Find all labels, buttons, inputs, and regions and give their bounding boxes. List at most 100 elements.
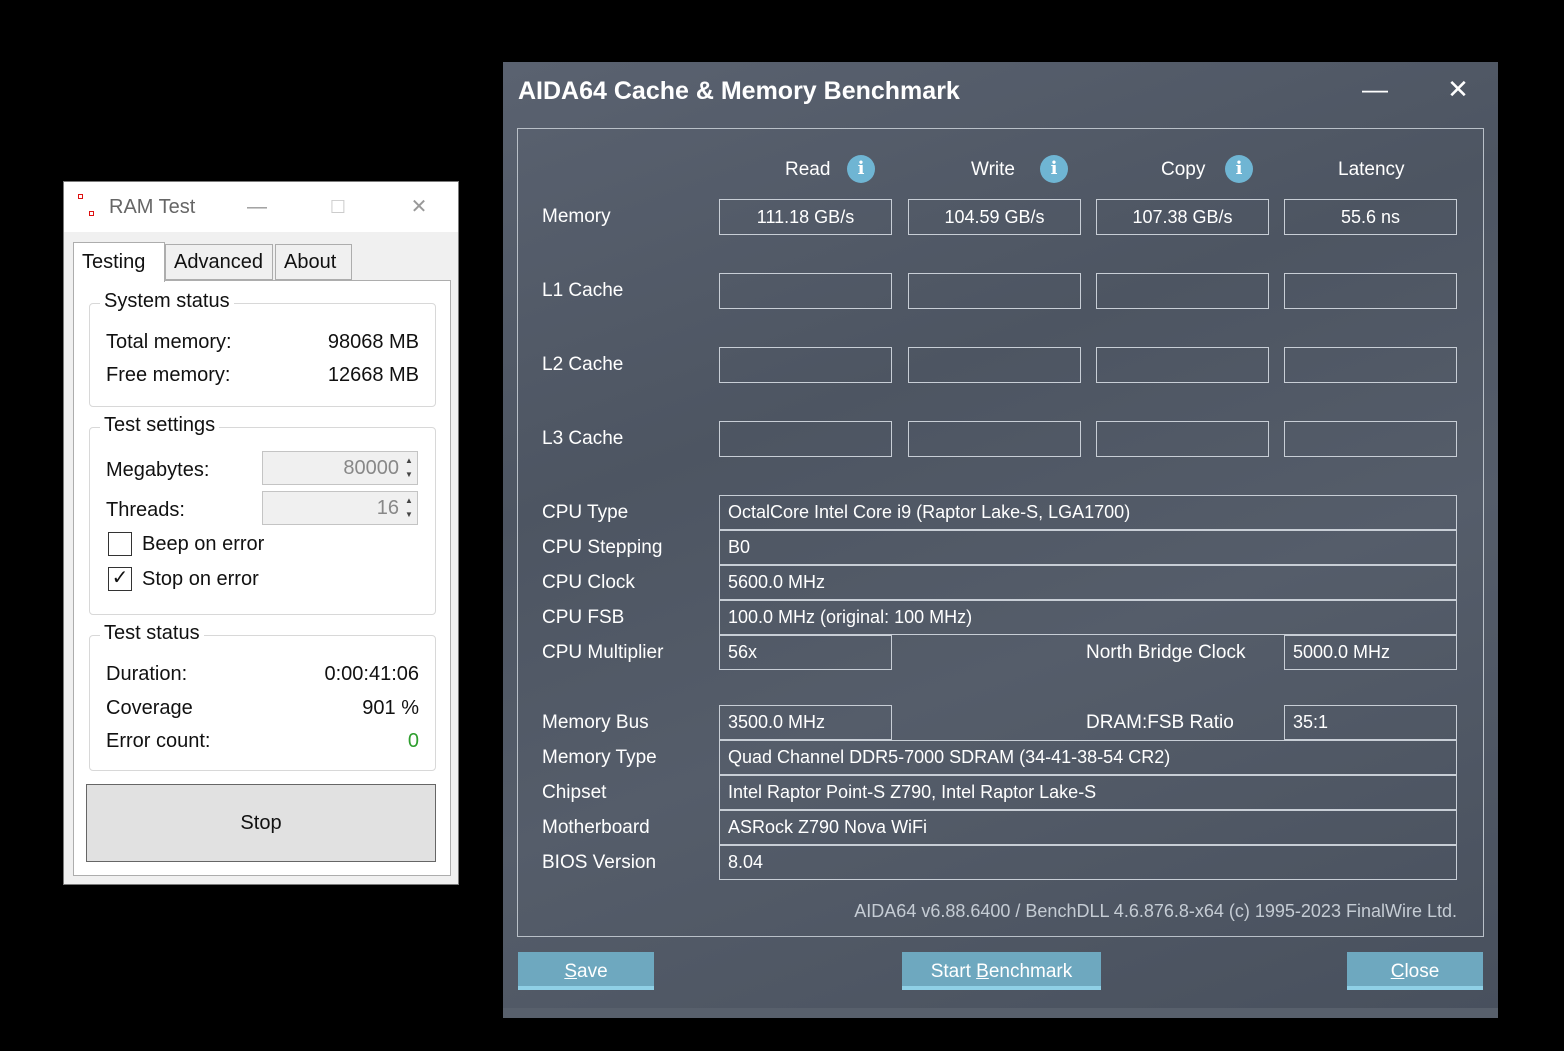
l1-latency-value <box>1284 273 1457 309</box>
error-count-value: 0 <box>407 730 419 752</box>
maximize-icon[interactable]: ☐ <box>318 192 358 222</box>
tab-about[interactable]: About <box>275 244 352 280</box>
coverage-label: Coverage <box>106 697 193 719</box>
threads-value[interactable]: 16 <box>377 497 399 520</box>
stepper-arrows-icon[interactable]: ▲ ▼ <box>403 454 415 482</box>
nb-clock-label: North Bridge Clock <box>1086 642 1246 663</box>
close-icon[interactable]: ✕ <box>399 192 439 222</box>
l1-copy-value <box>1096 273 1269 309</box>
memory-bus-value: 3500.0 MHz <box>719 705 892 740</box>
l1-write-value <box>908 273 1081 309</box>
test-settings-title: Test settings <box>100 414 220 437</box>
test-settings-group: Test settings Megabytes: 80000 ▲ ▼ Thread… <box>89 414 436 615</box>
tab-testing[interactable]: Testing <box>73 242 165 282</box>
total-memory-row: Total memory: 98068 MB <box>106 331 419 354</box>
cpu-type-label: CPU Type <box>542 502 629 523</box>
beep-on-error-checkbox[interactable] <box>108 532 132 556</box>
memory-type-label: Memory Type <box>542 747 657 768</box>
stop-on-error-checkbox[interactable]: ✓ <box>108 567 132 591</box>
cpu-type-value: OctalCore Intel Core i9 (Raptor Lake-S, … <box>719 495 1457 530</box>
aida64-window: AIDA64 Cache & Memory Benchmark — ✕ Read… <box>503 62 1498 1018</box>
threads-stepper[interactable]: 16 ▲ ▼ <box>262 491 418 525</box>
chipset-value: Intel Raptor Point-S Z790, Intel Raptor … <box>719 775 1457 810</box>
info-icon[interactable]: i <box>1225 155 1253 183</box>
l2-latency-value <box>1284 347 1457 383</box>
coverage-value: 901 % <box>362 697 419 719</box>
free-memory-value: 12668 MB <box>327 364 419 386</box>
column-latency: Latency <box>1338 159 1405 180</box>
row-label-l2: L2 Cache <box>542 354 624 375</box>
column-write: Write <box>971 159 1015 180</box>
l1-read-value <box>719 273 892 309</box>
free-memory-row: Free memory: 12668 MB <box>106 364 419 387</box>
l2-copy-value <box>1096 347 1269 383</box>
megabytes-stepper[interactable]: 80000 ▲ ▼ <box>262 451 418 485</box>
ramtest-titlebar[interactable]: RAM Test — ☐ ✕ <box>64 182 458 232</box>
stepper-arrows-icon[interactable]: ▲ ▼ <box>403 494 415 522</box>
dram-ratio-label: DRAM:FSB Ratio <box>1086 712 1234 733</box>
info-icon[interactable]: i <box>1040 155 1068 183</box>
total-memory-value: 98068 MB <box>327 331 419 353</box>
duration-label: Duration: <box>106 663 188 685</box>
window-bottom-strip <box>503 1008 1498 1018</box>
cpu-stepping-value: B0 <box>719 530 1457 565</box>
column-copy: Copy <box>1161 159 1206 180</box>
start-benchmark-button[interactable]: Start Benchmark <box>902 952 1101 990</box>
nb-clock-value: 5000.0 MHz <box>1284 635 1457 670</box>
bios-version-value: 8.04 <box>719 845 1457 880</box>
version-footer: AIDA64 v6.88.6400 / BenchDLL 4.6.876.8-x… <box>854 901 1457 921</box>
bios-version-label: BIOS Version <box>542 852 657 873</box>
column-read: Read <box>785 159 831 180</box>
l2-write-value <box>908 347 1081 383</box>
l2-read-value <box>719 347 892 383</box>
duration-value: 0:00:41:06 <box>324 663 419 685</box>
memory-read-value: 111.18 GB/s <box>719 199 892 235</box>
l3-latency-value <box>1284 421 1457 457</box>
cpu-multiplier-label: CPU Multiplier <box>542 642 664 663</box>
coverage-row: Coverage 901 % <box>106 697 419 720</box>
row-label-l1: L1 Cache <box>542 280 624 301</box>
stop-on-error-label[interactable]: Stop on error <box>142 568 259 591</box>
motherboard-label: Motherboard <box>542 817 650 838</box>
total-memory-label: Total memory: <box>106 331 232 353</box>
motherboard-value: ASRock Z790 Nova WiFi <box>719 810 1457 845</box>
row-label-memory: Memory <box>542 206 611 227</box>
memory-write-value: 104.59 GB/s <box>908 199 1081 235</box>
beep-on-error-label[interactable]: Beep on error <box>142 533 264 556</box>
duration-row: Duration: 0:00:41:06 <box>106 663 419 686</box>
minimize-icon[interactable]: — <box>237 192 277 222</box>
l3-read-value <box>719 421 892 457</box>
chipset-label: Chipset <box>542 782 607 803</box>
info-icon[interactable]: i <box>847 155 875 183</box>
cpu-multiplier-value: 56x <box>719 635 892 670</box>
save-button[interactable]: Save <box>518 952 654 990</box>
memory-copy-value: 107.38 GB/s <box>1096 199 1269 235</box>
memory-latency-value: 55.6 ns <box>1284 199 1457 235</box>
close-icon[interactable]: ✕ <box>1438 72 1478 106</box>
ramtest-title: RAM Test <box>109 196 196 218</box>
l3-write-value <box>908 421 1081 457</box>
ramtest-window: RAM Test — ☐ ✕ Testing Advanced About Sy… <box>63 181 459 885</box>
stop-button[interactable]: Stop <box>86 784 436 862</box>
row-label-l3: L3 Cache <box>542 428 624 449</box>
ramtest-app-icon <box>77 194 97 218</box>
megabytes-value[interactable]: 80000 <box>343 457 399 480</box>
memory-bus-label: Memory Bus <box>542 712 649 733</box>
system-status-group: System status Total memory: 98068 MB Fre… <box>89 290 436 407</box>
cpu-clock-label: CPU Clock <box>542 572 635 593</box>
test-status-group: Test status Duration: 0:00:41:06 Coverag… <box>89 622 436 771</box>
check-icon: ✓ <box>111 567 129 589</box>
system-status-title: System status <box>100 290 234 313</box>
memory-type-value: Quad Channel DDR5-7000 SDRAM (34-41-38-5… <box>719 740 1457 775</box>
dram-ratio-value: 35:1 <box>1284 705 1457 740</box>
aida64-title: AIDA64 Cache & Memory Benchmark <box>518 77 960 105</box>
cpu-fsb-value: 100.0 MHz (original: 100 MHz) <box>719 600 1457 635</box>
error-count-label: Error count: <box>106 730 211 752</box>
close-button[interactable]: Close <box>1347 952 1483 990</box>
cpu-fsb-label: CPU FSB <box>542 607 625 628</box>
cpu-clock-value: 5600.0 MHz <box>719 565 1457 600</box>
error-count-row: Error count: 0 <box>106 730 419 753</box>
l3-copy-value <box>1096 421 1269 457</box>
tab-advanced[interactable]: Advanced <box>165 244 273 280</box>
minimize-icon[interactable]: — <box>1355 72 1395 106</box>
